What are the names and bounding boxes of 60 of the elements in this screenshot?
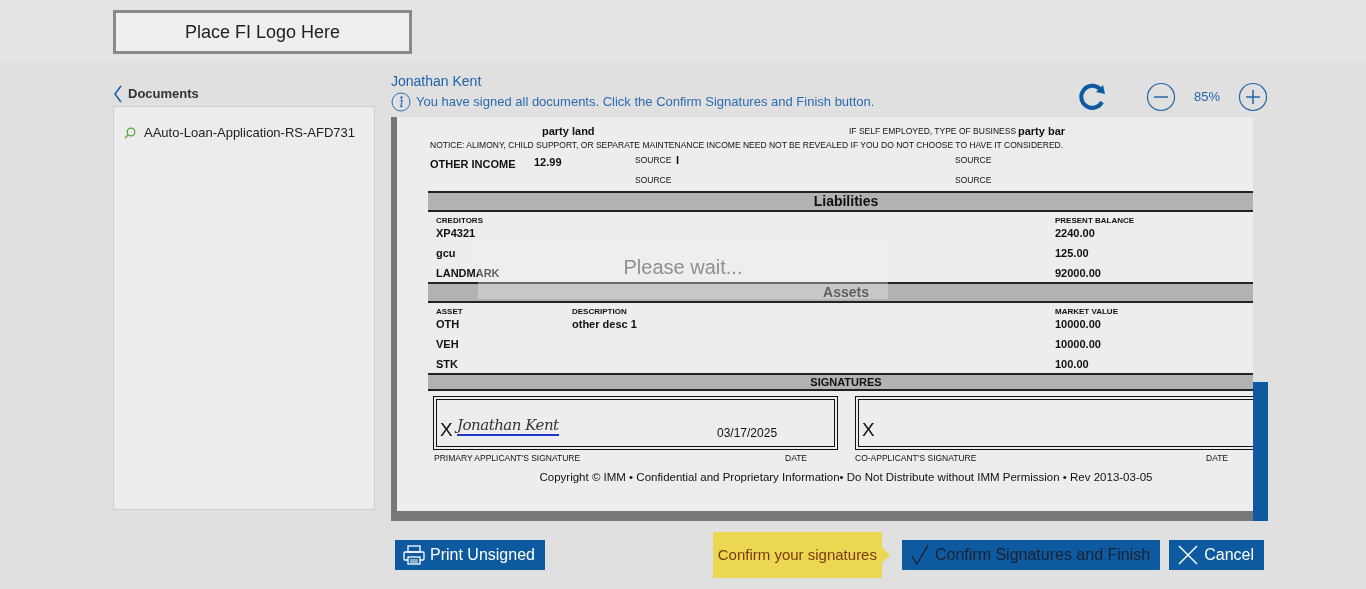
- table-cell-text: 92000.00: [1055, 266, 1101, 281]
- field-value: I: [676, 153, 680, 168]
- signature-date: 03/17/2025: [717, 425, 778, 442]
- field-label: SOURCE: [955, 174, 992, 187]
- zoom-in-icon[interactable]: [1238, 81, 1268, 112]
- column-header: MARKET VALUE: [1055, 306, 1118, 318]
- table-cell-text: 100.00: [1055, 357, 1089, 372]
- table-cell-text: 125.00: [1055, 246, 1089, 261]
- status-message: You have signed all documents. Click the Confirm Signatures and Finish button.: [416, 93, 875, 112]
- scrollbar-thumb[interactable]: [1253, 382, 1268, 521]
- printer-icon: [403, 545, 425, 565]
- column-header: PRESENT BALANCE: [1055, 215, 1135, 227]
- date-label: DATE: [785, 452, 808, 465]
- search-icon: [124, 126, 136, 139]
- column-header: ASSET: [436, 306, 463, 318]
- field-label: SOURCE: [955, 154, 992, 167]
- signature-mark: X: [440, 417, 453, 442]
- section-header: SIGNATURES: [428, 373, 1253, 391]
- signature-mark: X: [862, 417, 875, 442]
- back-chevron-icon[interactable]: [113, 84, 122, 103]
- table-cell-text: STK: [436, 357, 458, 372]
- table-cell-text: other desc 1: [572, 317, 637, 332]
- table-cell-text: 10000.00: [1055, 337, 1101, 352]
- print-button[interactable]: Print Unsigned: [395, 540, 545, 570]
- field-value: 12.99: [534, 155, 562, 170]
- table-cell-text: gcu: [436, 246, 456, 261]
- signature-label: PRIMARY APPLICANT'S SIGNATURE: [434, 452, 581, 465]
- zoom-level: 85%: [1193, 87, 1220, 106]
- field-value: party bar: [1018, 124, 1066, 139]
- logo-placeholder-text: Place FI Logo Here: [184, 20, 341, 44]
- sidebar-title: Documents: [128, 84, 199, 103]
- column-header: CREDITORS: [436, 215, 483, 227]
- copyright-text: Copyright © IMM • Confidential and Proprietary Information• Do Not Distribute without IMM Permission • Rev 2013-03-05: [539, 471, 1153, 483]
- loading-text: Please wait...: [623, 255, 743, 280]
- table-cell-text: 2240.00: [1055, 226, 1095, 241]
- tooltip: Confirm your signatures: [712, 532, 882, 578]
- notice-text: NOTICE: ALIMONY, CHILD SUPPORT, OR SEPARATE MAINTENANCE INCOME NEED NOT BE REVEALED IF YOU DO NOT CHOOSE TO HAVE IT CONSIDERED.: [430, 139, 1064, 152]
- table-cell-text: 10000.00: [1055, 317, 1101, 332]
- section-header: Liabilities: [428, 191, 1253, 212]
- table-cell-text: VEH: [436, 337, 459, 352]
- table-cell-text: OTH: [436, 317, 460, 332]
- signer-name: Jonathan Kent: [391, 73, 483, 89]
- field-label: OTHER INCOME: [430, 157, 516, 172]
- zoom-out-icon[interactable]: [1145, 81, 1176, 112]
- cancel-button[interactable]: Cancel: [1169, 540, 1264, 570]
- close-icon: [1177, 544, 1200, 566]
- document-list-item[interactable]: AAuto-Loan-Application-RS-AFD731: [144, 123, 355, 143]
- info-icon: [391, 92, 411, 112]
- column-header: DESCRIPTION: [572, 306, 627, 318]
- section-header: Assets: [428, 282, 1253, 303]
- tooltip-arrow: [881, 547, 890, 563]
- table-cell-text: XP4321: [436, 226, 476, 241]
- table-cell-text: LANDMARK: [436, 266, 500, 281]
- field-label: SOURCE: [635, 174, 672, 187]
- signature-label: CO-APPLICANT'S SIGNATURE: [855, 452, 977, 465]
- field-label: IF SELF EMPLOYED, TYPE OF BUSINESS: [849, 125, 1017, 138]
- field-value: party land: [542, 124, 595, 139]
- date-label: DATE: [1206, 452, 1229, 465]
- field-label: SOURCE: [635, 154, 672, 167]
- checkmark-icon: [909, 544, 930, 566]
